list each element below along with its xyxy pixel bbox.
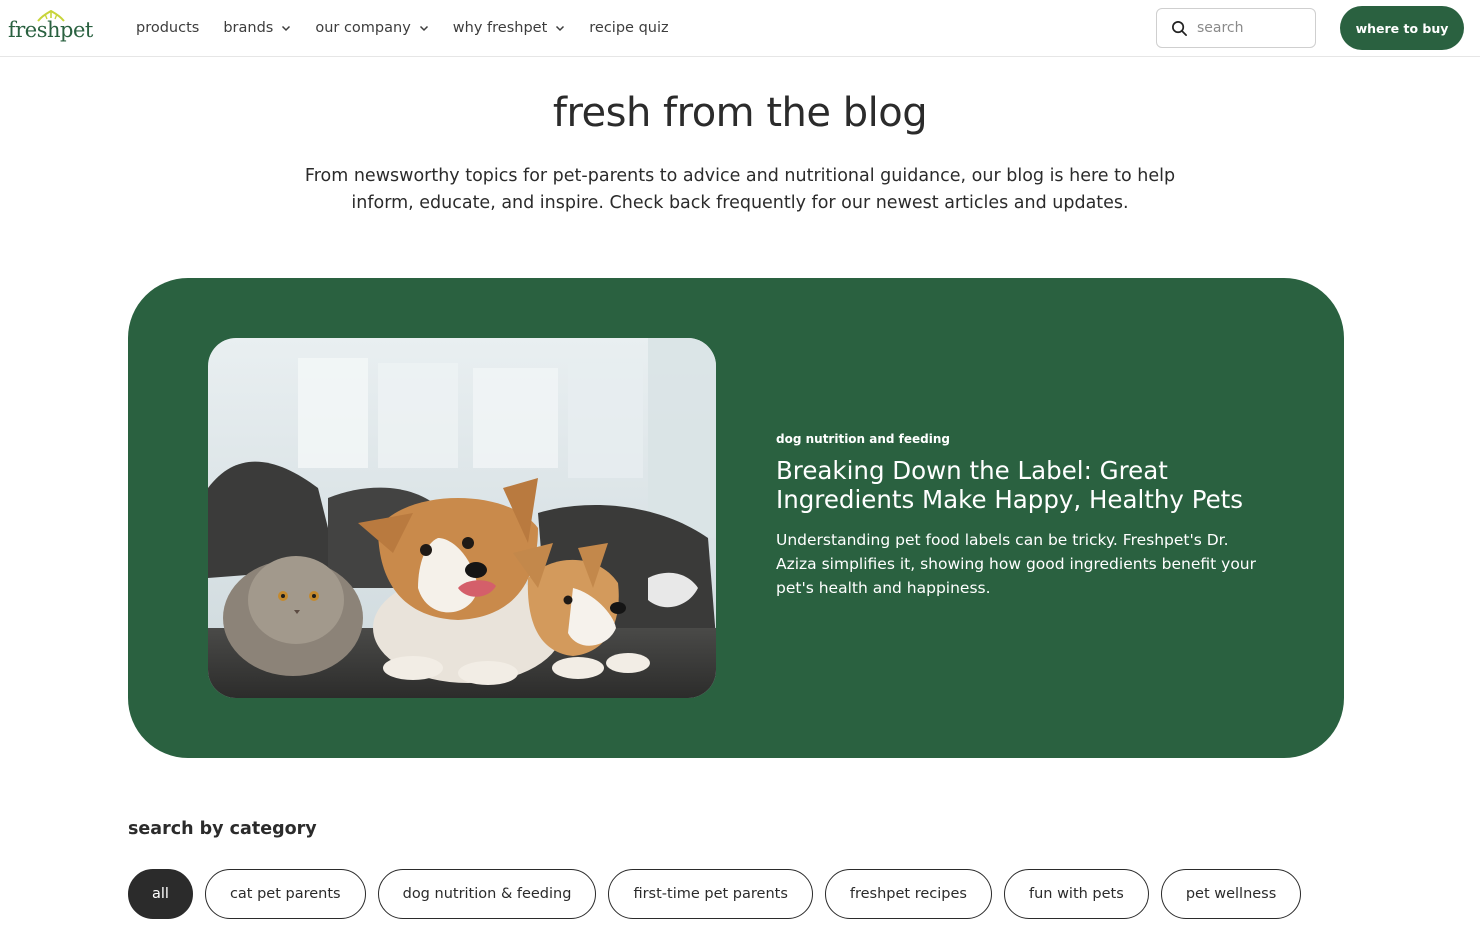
- featured-article-category: dog nutrition and feeding: [776, 432, 951, 446]
- nav-item-our-company[interactable]: our company: [315, 20, 428, 36]
- pets-on-sofa-photo: [208, 338, 716, 698]
- nav-item-recipe-quiz[interactable]: recipe quiz: [589, 20, 668, 36]
- nav-item-label: products: [136, 20, 200, 36]
- nav-item-label: our company: [315, 20, 411, 36]
- featured-article-title[interactable]: Breaking Down the Label: Great Ingredien…: [776, 456, 1266, 514]
- category-filter: all cat pet parents dog nutrition & feed…: [128, 869, 1313, 919]
- category-chip-all[interactable]: all: [128, 869, 193, 919]
- category-heading: search by category: [128, 819, 317, 839]
- category-chip-cat-pet-parents[interactable]: cat pet parents: [204, 869, 366, 919]
- category-chip-freshpet-recipes[interactable]: freshpet recipes: [824, 869, 992, 919]
- search-box[interactable]: [1156, 8, 1316, 48]
- category-chip-first-time-pet-parents[interactable]: first-time pet parents: [608, 869, 813, 919]
- nav-item-why-freshpet[interactable]: why freshpet: [453, 20, 565, 36]
- chevron-down-icon: [419, 25, 428, 32]
- nav-item-label: why freshpet: [452, 20, 548, 36]
- search-input[interactable]: [1197, 20, 1307, 36]
- chevron-down-icon: [282, 25, 291, 32]
- nav-item-label: brands: [223, 20, 274, 36]
- featured-article-description: Understanding pet food labels can be tri…: [776, 531, 1256, 597]
- featured-article-text: dog nutrition and feeding Breaking Down …: [776, 432, 1266, 600]
- page-intro: From newsworthy topics for pet-parents t…: [304, 166, 1176, 213]
- category-chip-pet-wellness[interactable]: pet wellness: [1160, 869, 1302, 919]
- search-icon: [1172, 20, 1187, 36]
- main-nav: products brands our company why freshpet…: [136, 0, 693, 56]
- logo-wordmark: freshpet: [8, 18, 93, 42]
- freshpet-logo[interactable]: freshpet: [8, 10, 93, 46]
- nav-item-brands[interactable]: brands: [223, 20, 291, 36]
- where-to-buy-button[interactable]: where to buy: [1340, 6, 1464, 50]
- site-header: freshpet products brands our company why…: [0, 0, 1480, 57]
- featured-article-card[interactable]: dog nutrition and feeding Breaking Down …: [128, 278, 1344, 758]
- page-title: fresh from the blog: [552, 90, 928, 136]
- category-chip-dog-nutrition-feeding[interactable]: dog nutrition & feeding: [377, 869, 597, 919]
- nav-item-products[interactable]: products: [136, 20, 199, 36]
- category-chip-fun-with-pets[interactable]: fun with pets: [1003, 869, 1149, 919]
- chevron-down-icon: [556, 25, 565, 32]
- nav-item-label: recipe quiz: [589, 20, 669, 36]
- featured-article-image[interactable]: [208, 338, 716, 698]
